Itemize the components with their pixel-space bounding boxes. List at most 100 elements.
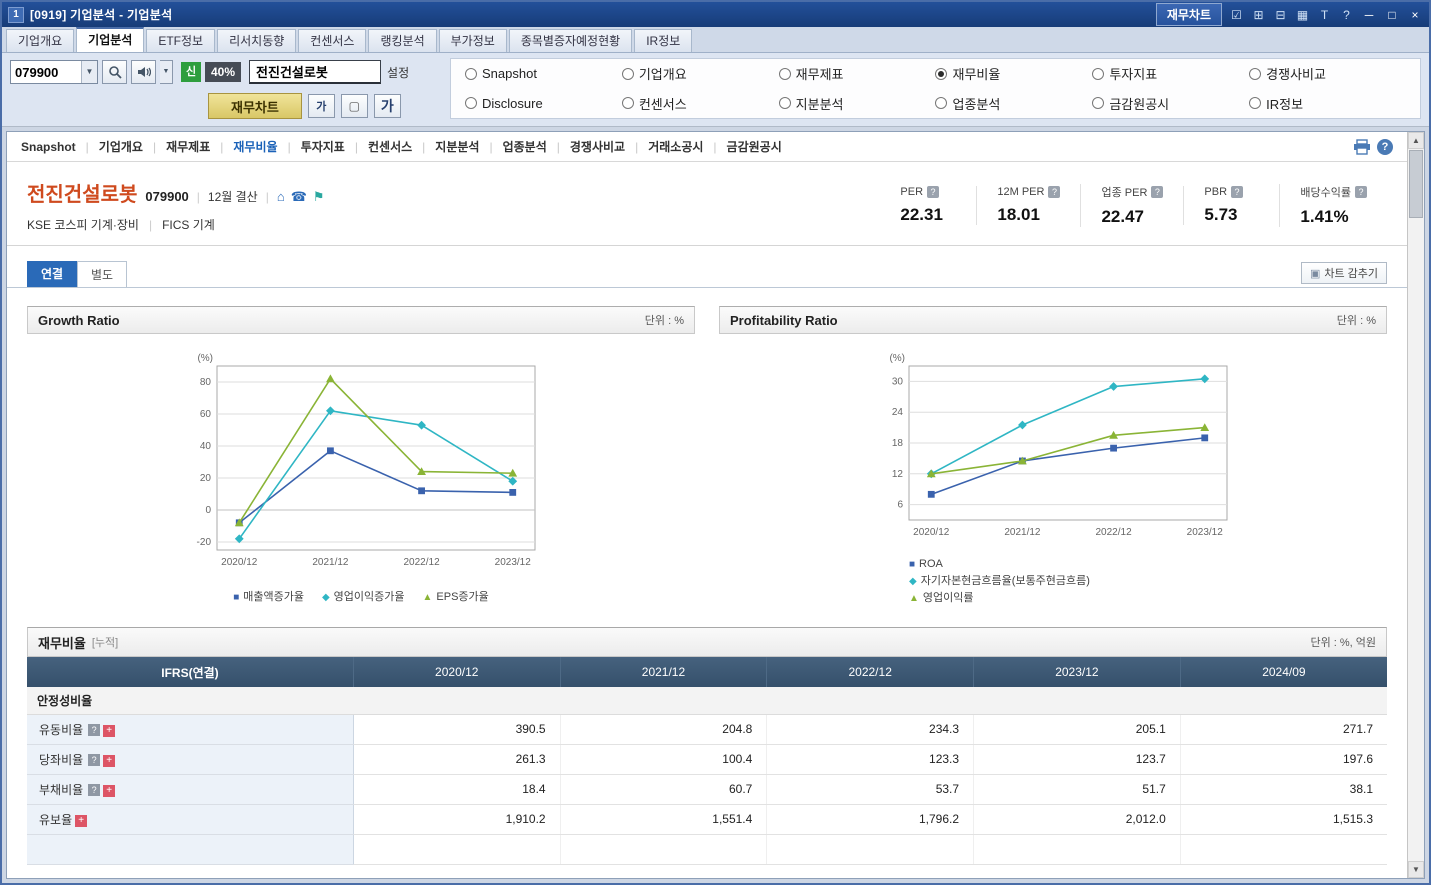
row-chart-icon[interactable]: + [103, 754, 116, 767]
financial-chart-button[interactable]: 재무차트 [208, 93, 302, 119]
sound-button[interactable] [131, 60, 156, 84]
main-tab-bar: 기업개요 기업분석 ETF정보 리서치동향 컨센서스 랭킹분석 부가정보 종목별… [2, 27, 1429, 53]
radio-ir-info[interactable]: IR정보 [1249, 94, 1406, 113]
font-decrease-button[interactable]: 가 [307, 94, 335, 118]
subnav-fss-disclosure[interactable]: 금감원공시 [703, 138, 782, 155]
home-icon[interactable]: ⌂ [277, 189, 285, 205]
column-header: 2023/12 [973, 657, 1181, 687]
minimize-button[interactable]: ─ [1361, 8, 1377, 22]
close-button[interactable]: × [1407, 8, 1423, 22]
radio-company-overview[interactable]: 기업개요 [621, 64, 779, 83]
radio-consensus[interactable]: 컨센서스 [621, 94, 779, 113]
radio-competitor-compare[interactable]: 경쟁사비교 [1249, 64, 1406, 83]
stock-name-field[interactable] [249, 60, 382, 84]
subnav-industry-analysis[interactable]: 업종분석 [479, 138, 547, 155]
tab-research-trend[interactable]: 리서치동향 [217, 29, 297, 52]
svg-text:2023/12: 2023/12 [1187, 527, 1224, 538]
tab-extra-info[interactable]: 부가정보 [438, 29, 507, 52]
question-icon[interactable]: ? [927, 186, 940, 198]
search-button[interactable] [102, 60, 127, 84]
row-chart-icon[interactable]: + [75, 814, 88, 827]
radio-selected-icon [935, 67, 948, 80]
column-header: 2020/12 [352, 657, 561, 687]
cell-value: 1,515.3 [1179, 804, 1387, 835]
tab-consolidated[interactable]: 연결 [27, 261, 77, 287]
svg-text:2023/12: 2023/12 [495, 557, 532, 568]
subnav-investment-index[interactable]: 투자지표 [278, 138, 345, 155]
subnav-competitor-compare[interactable]: 경쟁사비교 [547, 138, 625, 155]
row-help-icon[interactable]: ? [88, 783, 101, 796]
titlebar: 1 [0919] 기업분석 - 기업분석 재무차트 ☑ ⊞ ⊟ ▦ T ? ─ … [2, 2, 1429, 27]
tab-etf-info[interactable]: ETF정보 [146, 29, 216, 52]
row-help-icon[interactable]: ? [88, 723, 101, 736]
radio-financial-statements[interactable]: 재무제표 [778, 64, 936, 83]
row-chart-icon[interactable]: + [103, 724, 116, 737]
maximize-button[interactable]: □ [1384, 8, 1400, 22]
sound-dropdown-icon[interactable]: ▼ [160, 60, 173, 84]
tab-company-analysis[interactable]: 기업분석 [76, 27, 145, 52]
grid-icon[interactable]: ▦ [1295, 8, 1310, 22]
titlebar-chart-button[interactable]: 재무차트 [1155, 3, 1222, 26]
help-icon[interactable]: ? [1339, 8, 1354, 22]
subnav-share-analysis[interactable]: 지분분석 [412, 138, 479, 155]
subnav-financial-statements[interactable]: 재무제표 [143, 138, 210, 155]
subnav-financial-ratio[interactable]: 재무비율 [210, 138, 277, 155]
company-name: 전진건설로봇 [27, 184, 138, 206]
svg-text:2020/12: 2020/12 [913, 527, 950, 538]
cell-value: 60.7 [559, 774, 767, 805]
radio-share-analysis[interactable]: 지분분석 [778, 94, 936, 113]
radio-industry-analysis[interactable]: 업종분석 [935, 94, 1092, 113]
tab-ranking-analysis[interactable]: 랭킹분석 [368, 29, 437, 52]
checkbox-icon[interactable]: ☑ [1229, 8, 1244, 22]
radio-snapshot[interactable]: Snapshot [465, 66, 622, 81]
row-help-icon[interactable]: ? [88, 753, 101, 766]
search-icon [108, 66, 122, 79]
question-icon[interactable]: ? [1048, 186, 1061, 198]
font-increase-button[interactable]: 가 [373, 94, 401, 118]
chevron-down-icon[interactable]: ▼ [81, 61, 97, 83]
tab-ir-info[interactable]: IR정보 [634, 29, 693, 52]
location-pin-icon[interactable]: ⚑ [313, 189, 325, 205]
stock-code-input[interactable] [11, 61, 81, 83]
column-header: IFRS(연결) [27, 657, 354, 687]
subnav-exchange-disclosure[interactable]: 거래소공시 [625, 138, 703, 155]
metric-pbr: PBR? 5.73 [1183, 186, 1279, 225]
row-chart-icon[interactable]: + [103, 784, 116, 797]
radio-fss-disclosure[interactable]: 금감원공시 [1092, 94, 1249, 113]
settlement-month: 12월 결산 [207, 190, 258, 204]
radio-financial-ratio[interactable]: 재무비율 [935, 64, 1092, 83]
radio-disclosure[interactable]: Disclosure [465, 96, 622, 111]
question-icon[interactable]: ? [1355, 186, 1367, 198]
scroll-up-arrow[interactable]: ▲ [1408, 132, 1424, 149]
text-size-icon[interactable]: T [1317, 8, 1332, 22]
tab-separate[interactable]: 별도 [77, 261, 127, 287]
subnav-snapshot[interactable]: Snapshot [21, 140, 76, 154]
window-duplicate-icon[interactable]: ⊟ [1273, 8, 1288, 22]
tab-company-overview[interactable]: 기업개요 [6, 29, 75, 52]
svg-text:0: 0 [205, 505, 211, 516]
legend-marker-triangle-icon: ▲ [422, 592, 433, 603]
settings-button[interactable]: 설정 [387, 64, 409, 81]
print-icon[interactable] [1353, 138, 1371, 155]
fics-classification: FICS 기계 [162, 218, 215, 232]
hide-chart-button[interactable]: ▣ 차트 감추기 [1300, 262, 1387, 284]
metric-industry-per: 업종 PER? 22.47 [1080, 184, 1183, 227]
svg-text:2021/12: 2021/12 [1004, 527, 1041, 538]
question-icon[interactable]: ? [1231, 186, 1244, 198]
window-new-icon[interactable]: ⊞ [1251, 8, 1266, 22]
help-icon[interactable]: ? [1377, 138, 1393, 155]
tab-capital-increase[interactable]: 종목별증자예정현황 [508, 29, 633, 52]
scroll-down-arrow[interactable]: ▼ [1408, 861, 1424, 878]
font-reset-button[interactable]: ▢ [340, 94, 368, 118]
vertical-scrollbar[interactable]: ▲ ▼ [1407, 132, 1424, 878]
subnav-consensus[interactable]: 컨센서스 [345, 138, 412, 155]
scrollbar-thumb[interactable] [1409, 150, 1423, 218]
question-icon[interactable]: ? [1151, 186, 1164, 198]
radio-investment-index[interactable]: 투자지표 [1092, 64, 1249, 83]
phone-icon[interactable]: ☎ [291, 189, 307, 205]
subnav-company-overview[interactable]: 기업개요 [76, 138, 143, 155]
tab-consensus[interactable]: 컨센서스 [298, 29, 367, 52]
company-code: 079900 [145, 189, 189, 204]
chart-legend: ■ 매출액증가율 ◆ 영업이익증가율 ▲ EPS증가율 [233, 591, 489, 603]
svg-text:2020/12: 2020/12 [221, 557, 258, 568]
